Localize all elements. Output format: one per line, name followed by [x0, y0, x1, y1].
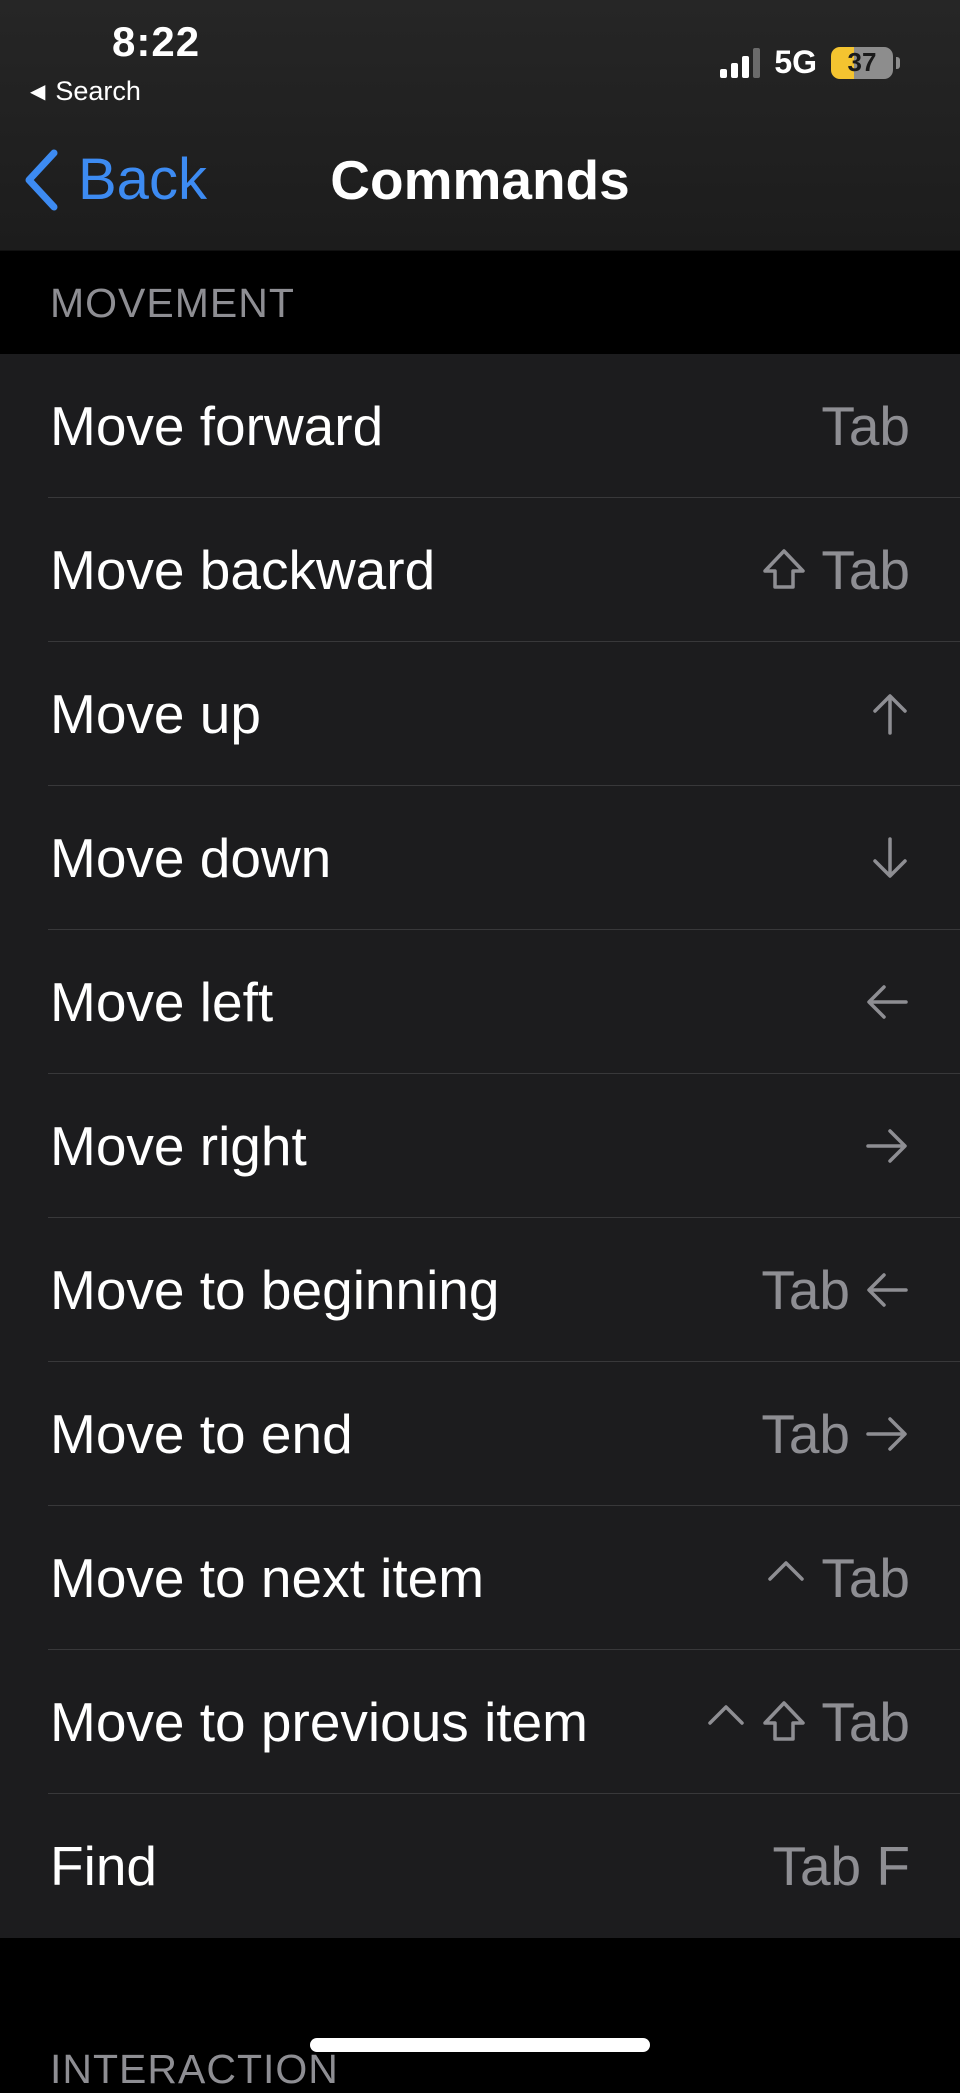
shortcut-keys: [864, 982, 910, 1022]
key-tab: Tab: [761, 1259, 850, 1321]
shift-icon: [763, 1701, 806, 1741]
arrow-left-icon: [867, 1273, 908, 1307]
status-back-label: Search: [55, 76, 141, 106]
shortcut-keys: Tab: [761, 1402, 910, 1466]
key-tab: Tab: [821, 539, 910, 601]
network-type: 5G: [774, 44, 817, 80]
key-tab: Tab: [821, 395, 910, 457]
status-time: 8:22: [112, 18, 201, 65]
command-label: Move forward: [50, 395, 384, 457]
command-move-down[interactable]: Move down: [0, 786, 960, 930]
key-tab-f: Tab F: [772, 1835, 910, 1897]
command-label: Move to next item: [50, 1547, 485, 1609]
key-tab: Tab: [821, 1691, 910, 1753]
home-indicator[interactable]: [310, 2038, 650, 2052]
command-move-to-beginning[interactable]: Move to beginning Tab: [0, 1218, 960, 1362]
back-triangle-icon: ◀: [30, 81, 46, 103]
command-label: Move down: [50, 827, 332, 889]
command-move-to-end[interactable]: Move to end Tab: [0, 1362, 960, 1506]
movement-commands-list: Move forward Tab Move backward Tab Move …: [0, 354, 960, 1938]
command-move-right[interactable]: Move right: [0, 1074, 960, 1218]
status-back-to-search[interactable]: ◀ Search: [30, 76, 141, 107]
key-tab: Tab: [761, 1403, 850, 1465]
arrow-down-icon: [873, 837, 907, 878]
command-move-left[interactable]: Move left: [0, 930, 960, 1074]
shortcut-keys: Tab: [765, 1546, 910, 1610]
key-tab: Tab: [821, 1547, 910, 1609]
arrow-up-icon: [873, 694, 907, 735]
shortcut-keys: Tab: [821, 394, 910, 458]
command-label: Move to end: [50, 1403, 353, 1465]
command-label: Move to previous item: [50, 1691, 588, 1753]
arrow-right-icon: [866, 1417, 907, 1451]
command-move-to-next-item[interactable]: Move to next item Tab: [0, 1506, 960, 1650]
navigation-header: 8:22 ◀ Search 5G 37 Back Commands: [0, 0, 960, 251]
shortcut-keys: [870, 835, 910, 881]
shortcut-keys: Tab: [761, 1258, 910, 1322]
arrow-right-icon: [866, 1129, 907, 1163]
shortcut-keys: [864, 1126, 910, 1166]
arrow-left-icon: [867, 985, 908, 1019]
shortcut-keys: [870, 691, 910, 737]
command-move-to-previous-item[interactable]: Move to previous item Tab: [0, 1650, 960, 1794]
command-move-up[interactable]: Move up: [0, 642, 960, 786]
command-find[interactable]: Find Tab F: [0, 1794, 960, 1938]
battery-icon: 37: [831, 46, 900, 79]
command-label: Move right: [50, 1115, 307, 1177]
status-indicators: 5G 37: [720, 44, 900, 81]
cellular-signal-icon: [720, 47, 761, 78]
shift-icon: [763, 549, 806, 589]
section-header-interaction: INTERACTION: [50, 2046, 339, 2092]
command-move-backward[interactable]: Move backward Tab: [0, 498, 960, 642]
command-label: Move to beginning: [50, 1259, 500, 1321]
section-header-movement: MOVEMENT: [50, 280, 295, 326]
command-label: Move backward: [50, 539, 436, 601]
command-label: Move left: [50, 971, 274, 1033]
shortcut-keys: Tab F: [772, 1834, 910, 1898]
command-label: Find: [50, 1835, 157, 1897]
shortcut-keys: Tab: [705, 1690, 910, 1754]
shortcut-keys: Tab: [761, 538, 910, 602]
control-caret-icon: [708, 1705, 745, 1725]
battery-level: 37: [847, 47, 877, 77]
command-label: Move up: [50, 683, 261, 745]
control-caret-icon: [768, 1561, 805, 1581]
page-title: Commands: [330, 149, 630, 211]
command-move-forward[interactable]: Move forward Tab: [0, 354, 960, 498]
